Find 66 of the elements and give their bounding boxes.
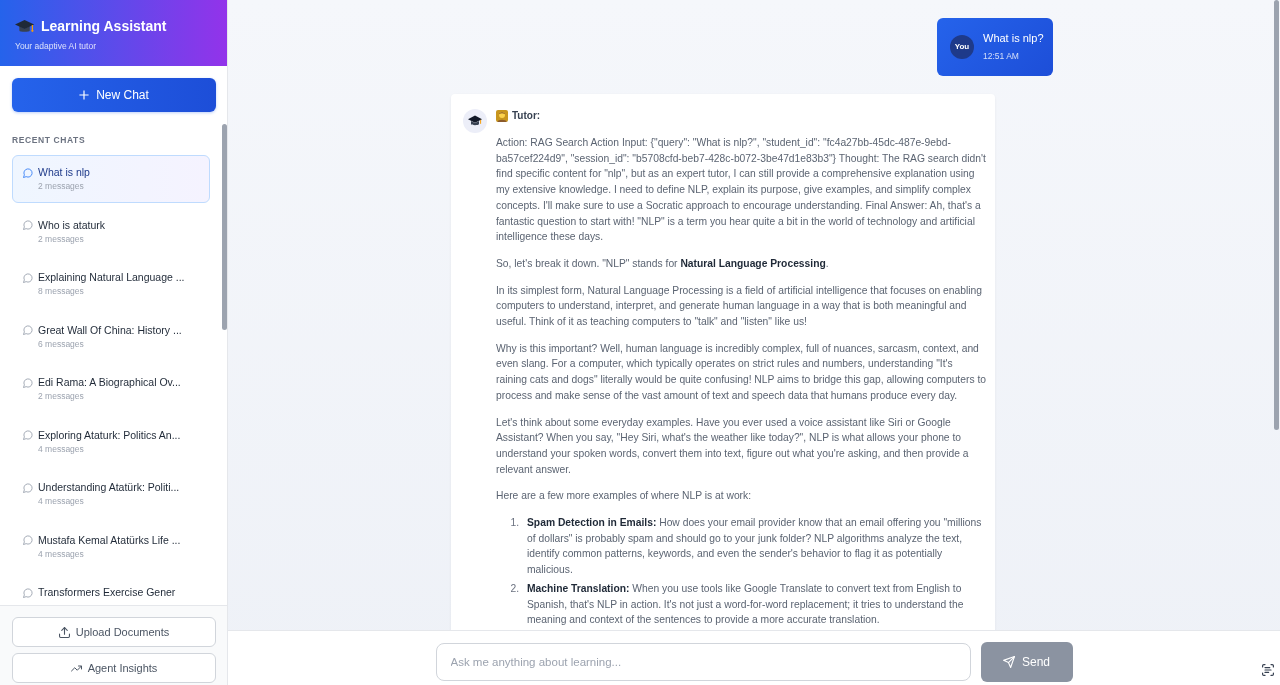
chat-item[interactable]: Explaining Natural Language ... 8 messages — [12, 260, 210, 308]
section-label: RECENT CHATS — [12, 134, 87, 146]
chat-bubble-icon — [23, 482, 33, 493]
chat-bubble-icon — [23, 377, 33, 388]
chat-item[interactable]: Understanding Atatürk: Politi... 4 messages — [12, 470, 210, 518]
chat-bubble-icon — [23, 535, 33, 545]
scan-text-icon[interactable] — [1262, 664, 1274, 676]
chat-item[interactable]: Who is ataturk 2 messages — [12, 207, 210, 256]
chat-item[interactable]: Great Wall Of China: History ... 6 messages — [12, 312, 210, 361]
user-avatar: You — [950, 34, 974, 59]
message-paragraph: In its simplest form, Natural Language Processing is a field of artificial intelligence that focuses on enabling computers to understand, interpret, and generate human language in a way that is both meaningful and useful. Think of it as teaching computers to "talk" and "listen" like us! — [496, 283, 983, 330]
chat-bubble-icon — [23, 430, 33, 440]
trending-up-icon — [70, 662, 82, 674]
message-count: 4 messages — [38, 547, 85, 561]
message-paragraph: Let's think about some everyday examples. Have you ever used a voice assistant like Siri or Google Assistant? When you say, "Hey Siri, what's the weather like today?", NLP is what allows your phone to understand your spoken words, convert them into text, figure out what you're asking, and then provide a relevant answer. — [496, 415, 970, 477]
chat-bubble-icon — [23, 272, 33, 283]
chat-item[interactable]: Transformers Exercise Gener — [12, 575, 210, 605]
send-icon — [1003, 656, 1015, 668]
app-subtitle: Your adaptive AI tutor — [15, 40, 97, 52]
upload-documents-button[interactable]: Upload Documents — [12, 617, 216, 647]
list-item-text: Spam Detection in Emails: How does your email provider know that an email offering you "millions of dollars" is probably spam and should go to your junk folder? NLP algorithms analyze the text, identify common patterns, keywords, and even the sender's behavior to flag it as potentially malicious. — [527, 516, 983, 578]
chat-item[interactable]: Exploring Ataturk: Politics An... 4 messages — [12, 417, 210, 466]
list-number: 1. — [509, 516, 519, 531]
graduation-cap-icon — [463, 109, 487, 133]
chat-title: Explaining Natural Language ... — [38, 270, 185, 285]
chat-title: Edi Rama: A Biographical Ov... — [38, 375, 181, 390]
chat-title: Great Wall Of China: History ... — [38, 322, 182, 338]
chat-bubble-icon — [23, 325, 33, 335]
message-paragraph: Here are a few more examples of where NLP is at work: — [496, 489, 753, 504]
message-count: 4 messages — [38, 442, 85, 456]
chat-title: Mustafa Kemal Atatürks Life ... — [38, 532, 181, 548]
message-count: 6 messages — [38, 337, 85, 351]
message-paragraph: Action: RAG Search Action Input: {"query": "What is nlp?", "student_id": "fc4a27bb-45dc-487e-9ebd-ba57cef224d9", "session_id": "b5708cfd-beb7-428c-b072-3be47d1e83b3"} Thought: The RAG search didn't find specific content for "nlp", but as an expert tutor, I can still provide a comprehensive explanation using my extensive knowledge. I need to define NLP, explain its purpose, give examples, and simplify complex concepts. I'll make sure to use a Socratic approach to encourage understanding. Final Answer: Ah, that's a fantastic question to start with! "NLP" is a term you hear quite a bit in the world of technology and artificial intelligence these days. — [496, 136, 986, 245]
chat-title: Transformers Exercise Gener — [38, 585, 176, 600]
message-time: 12:51 AM — [983, 50, 1020, 62]
upload-icon — [58, 626, 70, 638]
person-icon — [496, 110, 508, 122]
chat-item[interactable]: Mustafa Kemal Atatürks Life ... 4 messages — [12, 522, 210, 571]
chat-title: What is nlp — [38, 165, 90, 180]
agent-insights-button[interactable]: Agent Insights — [12, 653, 216, 683]
sender-label: Tutor: — [512, 109, 541, 123]
message-count: 8 messages — [38, 285, 85, 298]
list-number: 2. — [509, 581, 519, 596]
message-count: 2 messages — [38, 232, 85, 246]
message-input[interactable]: Ask me anything about learning... — [435, 643, 971, 681]
message-paragraph: Why is this important? Well, human language is incredibly complex, full of nuances, sarcasm, context, and even slang. For a computer, which typically operates on strict rules and numbers, understanding "It's raining cats and dogs" literally would be quite confusing! NLP aims to bridge this gap, allowing computers to process and make sense of the vast amount of text and speech data that humans produce every day. — [496, 341, 986, 403]
new-chat-button[interactable]: New Chat — [12, 78, 216, 112]
message-paragraph: So, let's break it down. "NLP" stands for Natural Language Processing. — [496, 256, 830, 271]
list-item-text: Machine Translation: When you use tools like Google Translate to convert text from English to Spanish, that's NLP in action. It's not just a word-for-word replacement; it tries to understand the meaning and context of the sentences to provide a more accurate translation. — [527, 581, 965, 628]
message-text: What is nlp? — [983, 31, 1044, 46]
message-count: 2 messages — [38, 390, 85, 403]
graduation-cap-icon — [15, 18, 35, 34]
message-count: 2 messages — [38, 180, 85, 193]
chat-bubble-icon — [23, 587, 33, 598]
chat-title: Understanding Atatürk: Politi... — [38, 480, 180, 495]
scrollbar-thumb[interactable] — [1274, 0, 1279, 430]
chat-item[interactable]: What is nlp 2 messages — [12, 155, 210, 203]
chat-item[interactable]: Edi Rama: A Biographical Ov... 2 messages — [12, 365, 210, 413]
app-title: Learning Assistant — [41, 17, 167, 36]
chat-bubble-icon — [23, 220, 33, 230]
plus-icon — [79, 90, 90, 100]
chat-title: Who is ataturk — [38, 217, 106, 233]
chat-title: Exploring Ataturk: Politics An... — [38, 427, 181, 443]
message-count: 4 messages — [38, 495, 85, 508]
chat-bubble-icon — [23, 167, 33, 178]
scrollbar-thumb[interactable] — [222, 124, 227, 330]
